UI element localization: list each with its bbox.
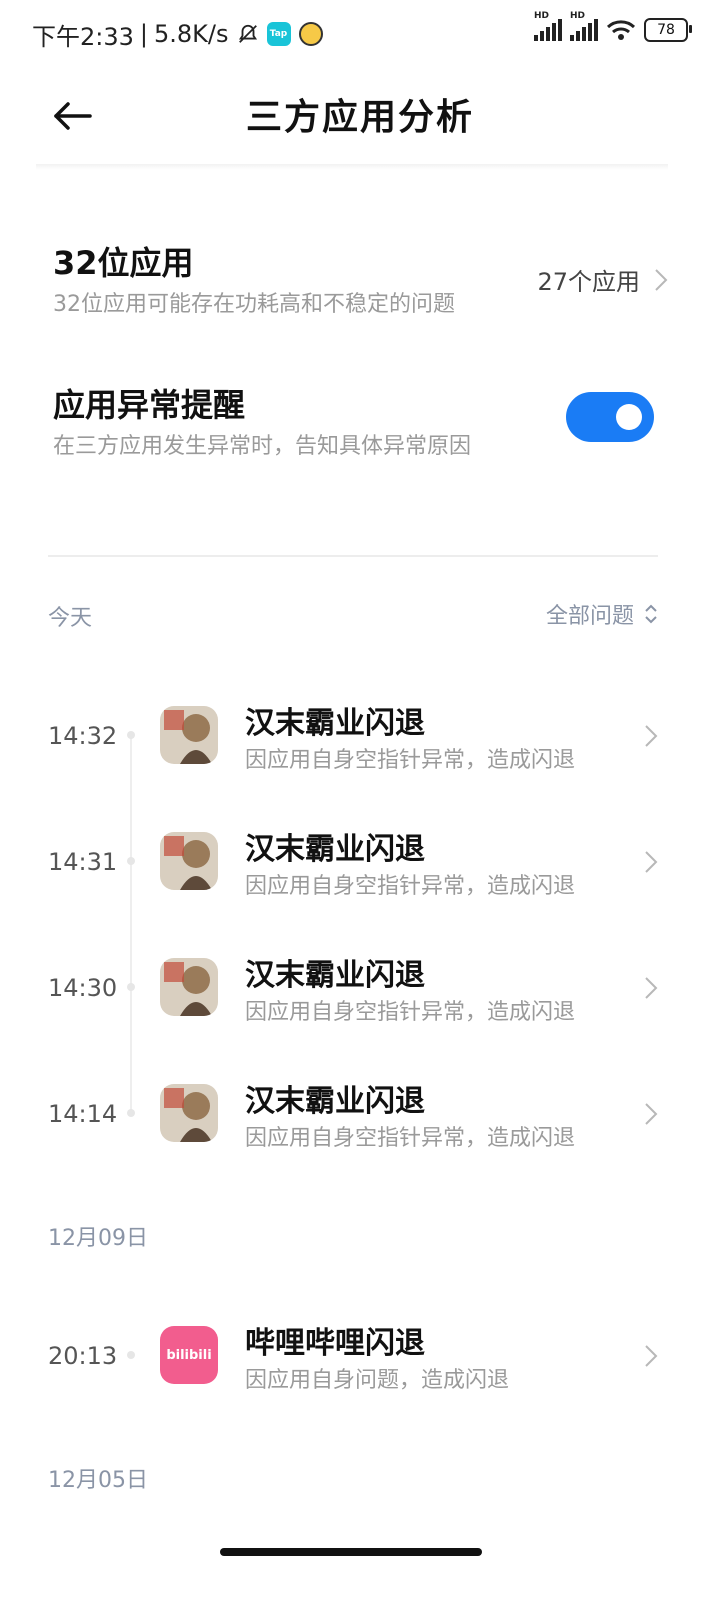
page-title: 三方应用分析 xyxy=(245,97,474,138)
bell-muted-icon xyxy=(238,24,257,43)
section-label-date: 12月05日 xyxy=(48,1468,148,1493)
status-bar-right: HD HD 78 xyxy=(534,11,692,42)
app32-subtitle: 32位应用可能存在功耗高和不稳定的问题 xyxy=(53,292,455,317)
timeline-dot xyxy=(127,983,135,991)
event-time: 14:32 xyxy=(48,722,118,750)
toggle-knob xyxy=(616,404,642,430)
status-bar-left: 下午2:33 | 5.8K/s Tap xyxy=(32,16,323,52)
timeline-dot xyxy=(127,1109,135,1117)
chevron-right-icon xyxy=(645,1345,658,1367)
chevron-right-icon xyxy=(645,725,658,747)
section-label-today: 今天 xyxy=(48,606,93,631)
chevron-right-icon xyxy=(645,977,658,999)
event-subtitle: 因应用自身空指针异常，造成闪退 xyxy=(245,1000,576,1025)
crash-alert-subtitle: 在三方应用发生异常时，告知具体异常原因 xyxy=(53,434,472,459)
game-notification-icon xyxy=(298,22,323,46)
crash-event-row[interactable]: 14:30 汉末霸业闪退 因应用自身空指针异常，造成闪退 xyxy=(0,942,720,1034)
status-time: 下午2:33 xyxy=(32,22,134,51)
event-time: 20:13 xyxy=(48,1342,118,1370)
event-subtitle: 因应用自身空指针异常，造成闪退 xyxy=(245,748,576,773)
event-time: 14:30 xyxy=(48,974,118,1002)
bilibili-icon: bilibili xyxy=(160,1326,218,1384)
crash-alert-toggle[interactable] xyxy=(566,392,654,442)
game-hanmo-icon xyxy=(160,832,218,890)
event-title: 汉末霸业闪退 xyxy=(245,1084,425,1119)
chevron-right-icon xyxy=(655,268,668,291)
sort-updown-icon xyxy=(645,604,657,624)
app32-setting-row[interactable]: 32位应用 32位应用可能存在功耗高和不稳定的问题 27个应用 xyxy=(36,228,668,328)
crash-event-row[interactable]: 14:32 汉末霸业闪退 因应用自身空指针异常，造成闪退 xyxy=(0,690,720,782)
status-separator: | xyxy=(139,20,148,48)
issue-filter-dropdown[interactable]: 全部问题 xyxy=(546,598,658,630)
event-title: 汉末霸业闪退 xyxy=(245,958,425,993)
crash-event-row[interactable]: 14:14 汉末霸业闪退 因应用自身空指针异常，造成闪退 xyxy=(0,1068,720,1160)
signal-sim1-icon: HD xyxy=(534,11,562,41)
taptap-icon: Tap xyxy=(266,22,291,46)
battery-indicator: 78 xyxy=(644,18,692,42)
event-subtitle: 因应用自身空指针异常，造成闪退 xyxy=(245,1126,576,1151)
app32-title: 32位应用 xyxy=(53,244,194,282)
section-label-date: 12月09日 xyxy=(48,1226,148,1251)
crash-event-row[interactable]: 20:13 bilibili 哔哩哔哩闪退 因应用自身问题，造成闪退 xyxy=(0,1310,720,1402)
game-hanmo-icon xyxy=(160,706,218,764)
timeline-dot xyxy=(127,731,135,739)
signal-sim2-icon: HD xyxy=(570,11,598,41)
app32-count: 27个应用 xyxy=(537,268,640,296)
timeline-dot xyxy=(127,857,135,865)
game-hanmo-icon xyxy=(160,958,218,1016)
chevron-right-icon xyxy=(645,1103,658,1125)
crash-event-row[interactable]: 14:31 汉末霸业闪退 因应用自身空指针异常，造成闪退 xyxy=(0,816,720,908)
timeline-dot xyxy=(127,1351,135,1359)
event-subtitle: 因应用自身空指针异常，造成闪退 xyxy=(245,874,576,899)
chevron-right-icon xyxy=(645,851,658,873)
timeline-line xyxy=(130,735,132,1113)
event-title: 汉末霸业闪退 xyxy=(245,832,425,867)
event-title: 哔哩哔哩闪退 xyxy=(245,1326,425,1361)
wifi-icon xyxy=(606,20,636,40)
event-time: 14:31 xyxy=(48,848,118,876)
home-indicator[interactable] xyxy=(220,1548,482,1556)
crash-alert-title: 应用异常提醒 xyxy=(53,386,246,424)
event-title: 汉末霸业闪退 xyxy=(245,706,425,741)
game-hanmo-icon xyxy=(160,1084,218,1142)
filter-label: 全部问题 xyxy=(545,604,634,629)
header-divider xyxy=(36,164,668,170)
network-speed: 5.8K/s xyxy=(154,20,229,48)
section-divider xyxy=(48,555,658,557)
event-subtitle: 因应用自身问题，造成闪退 xyxy=(245,1368,510,1393)
event-time: 14:14 xyxy=(48,1100,118,1128)
